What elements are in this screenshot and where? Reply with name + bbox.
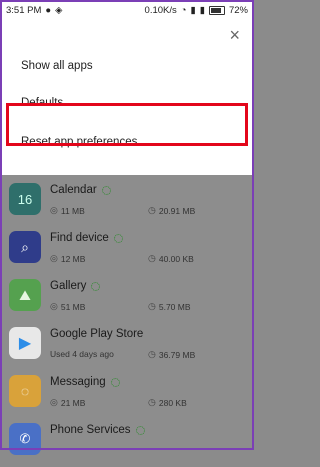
app-name: Find device [50,232,109,244]
find-device-icon: ⌕ [21,238,29,255]
app-last-used: Used 4 days ago [50,349,114,359]
signal-icon: ▮ [190,4,196,16]
clock-icon: ◷ [148,397,156,407]
battery-icon [208,5,225,15]
storage-icon: ◎ [50,397,58,407]
signal-icon-2: ▮ [199,4,205,16]
app-name: Calendar [50,184,97,196]
list-item[interactable]: ✆ Phone Services [0,415,254,467]
messaging-icon: ◌ [20,383,30,399]
status-time: 3:51 PM [6,4,42,16]
clock-icon: ◷ [148,349,156,359]
storage-icon: ◎ [50,253,58,263]
loading-icon [135,425,145,435]
loading-icon [91,281,101,291]
notification-icon: ● [45,4,52,16]
play-store-app-icon: ▶ [9,327,41,359]
app-size: 12 MB [60,253,86,264]
phone-services-icon: ✆ [19,431,31,446]
close-icon[interactable]: × [229,26,240,44]
app-data: 5.70 MB [158,301,191,312]
loading-icon [113,233,123,243]
list-item[interactable]: 16 Calendar ◎ 11 MB ◷ 20.91 MB [0,175,254,227]
options-menu: × Show all apps Defaults Reset app prefe… [0,20,254,175]
storage-icon: ◎ [50,205,58,215]
network-speed: 0.10K/s [144,4,177,16]
storage-icon: ◎ [50,301,58,311]
app-name: Phone Services [50,424,131,436]
highlight-box [6,103,248,146]
menu-item-show-all-apps[interactable]: Show all apps [21,60,93,72]
loading-icon [110,377,120,387]
messaging-app-icon: ◌ [9,375,41,407]
list-item[interactable]: ⌕ Find device ◎ 12 MB ◷ 40.00 KB [0,223,254,275]
status-bar: 3:51 PM ● ◈ 0.10K/s ◔ ▮ ▮ 72% [0,0,254,20]
list-item[interactable]: ▶ Google Play Store Used 4 days ago ◷ 36… [0,319,254,371]
app-name: Google Play Store [50,328,144,340]
app-list: 16 Calendar ◎ 11 MB ◷ 20.91 MB ⌕ Find de… [0,175,254,455]
gallery-app-icon: ⛰ [9,279,41,311]
app-name: Messaging [50,376,106,388]
play-store-icon: ▶ [18,335,32,352]
app-size: 21 MB [60,397,86,408]
clock-icon: ◷ [148,301,156,311]
battery-percent: 72% [228,4,248,16]
wifi-icon: ◔ [180,4,187,16]
find-device-app-icon: ⌕ [9,231,41,263]
clock-icon: ◷ [148,205,156,215]
loading-icon [101,185,111,195]
phone-services-app-icon: ✆ [9,423,41,455]
list-item[interactable]: ⛰ Gallery ◎ 51 MB ◷ 5.70 MB [0,271,254,323]
app-size: 51 MB [60,301,86,312]
app-size: 11 MB [60,205,85,216]
app-data: 20.91 MB [158,205,196,216]
notification-icon-2: ◈ [55,4,63,16]
calendar-icon-day: 16 [17,191,33,207]
list-item[interactable]: ◌ Messaging ◎ 21 MB ◷ 280 KB [0,367,254,419]
app-name: Gallery [50,280,87,292]
app-data: 280 KB [158,397,187,408]
gallery-icon: ⛰ [19,286,31,303]
app-data: 36.79 MB [158,349,196,360]
calendar-app-icon: 16 [9,183,41,215]
app-data: 40.00 KB [158,253,194,264]
clock-icon: ◷ [148,253,156,263]
